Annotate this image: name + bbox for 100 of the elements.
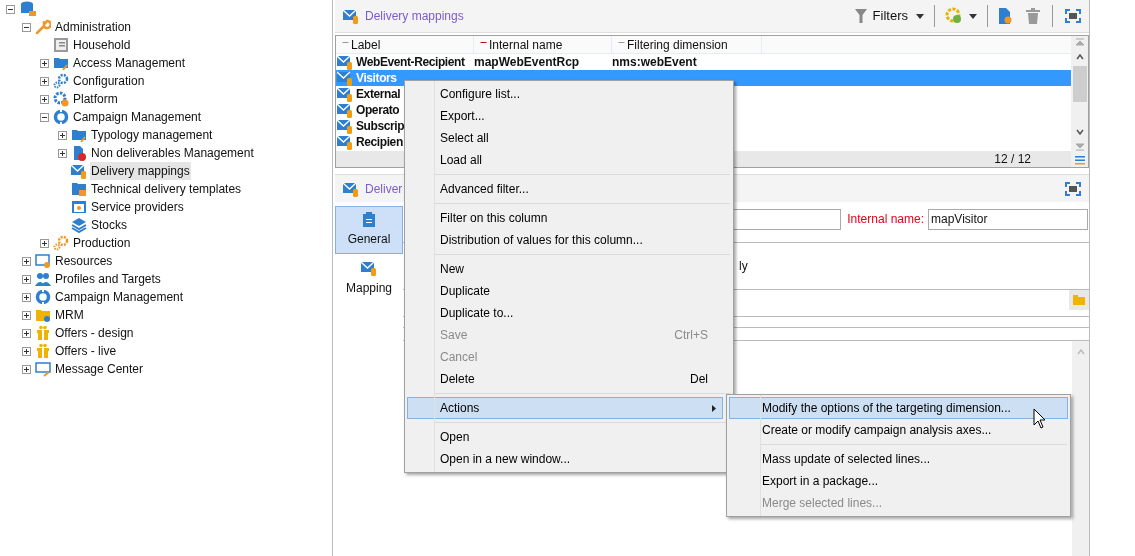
tree-item[interactable]: Platform xyxy=(72,90,119,108)
wrench-icon xyxy=(35,19,51,35)
tree-item[interactable]: MRM xyxy=(54,306,85,324)
folder-icon xyxy=(71,181,87,197)
table-cell[interactable]: WebEvent-Recipient xyxy=(356,53,465,71)
expander-toggle[interactable] xyxy=(58,148,67,158)
menu-item[interactable]: Distribution of values for this column... xyxy=(407,229,723,251)
document-gear-icon[interactable] xyxy=(998,7,1012,25)
menu-item[interactable]: Mass update of selected lines... xyxy=(729,448,1068,470)
internal-name-field[interactable]: mapVisitor xyxy=(928,208,1088,230)
expander-toggle[interactable] xyxy=(6,4,15,14)
tree-item[interactable]: Production xyxy=(72,234,132,252)
tree-item[interactable]: Administration xyxy=(54,18,133,36)
mail-database-icon xyxy=(337,134,353,150)
side-tab[interactable]: Mapping xyxy=(335,254,403,302)
menu-item[interactable]: Open xyxy=(407,426,723,448)
expander-toggle[interactable] xyxy=(58,130,67,140)
menu-item[interactable]: Configure list... xyxy=(407,83,723,105)
menu-item[interactable]: Modify the options of the targeting dimension... xyxy=(729,397,1068,419)
table-cell[interactable]: Operato xyxy=(356,101,400,119)
menu-item[interactable]: New xyxy=(407,258,723,280)
mail-database-icon xyxy=(337,70,353,86)
tree-item[interactable]: Stocks xyxy=(90,216,128,234)
tree-item[interactable]: Configuration xyxy=(72,72,146,90)
clipboard-icon xyxy=(363,212,375,227)
expander-toggle[interactable] xyxy=(22,292,31,302)
expander-toggle[interactable] xyxy=(22,22,31,32)
expander-toggle[interactable] xyxy=(22,328,31,338)
menu-item[interactable]: Duplicate to... xyxy=(407,302,723,324)
scrollbar[interactable] xyxy=(1072,341,1089,556)
menu-item[interactable]: Duplicate xyxy=(407,280,723,302)
expander-toggle[interactable] xyxy=(22,274,31,284)
tree-item[interactable]: Delivery mappings xyxy=(90,162,191,180)
table-cell-text: nms:webEvent xyxy=(612,54,698,71)
column-header[interactable]: Filtering dimension xyxy=(612,36,762,53)
tree-item[interactable]: Offers - live xyxy=(54,342,118,360)
expander-toggle[interactable] xyxy=(22,310,31,320)
expander-toggle[interactable] xyxy=(40,76,49,86)
funnel-icon xyxy=(854,9,867,23)
menu-item[interactable]: Filter on this column xyxy=(407,207,723,229)
tree-item[interactable]: Household xyxy=(72,36,132,54)
tree-item[interactable]: Access Management xyxy=(72,54,187,72)
mail-database-icon xyxy=(337,86,353,102)
service-icon xyxy=(71,199,87,215)
folder-icon xyxy=(71,127,87,143)
tree-item[interactable]: Service providers xyxy=(90,198,185,216)
expander-toggle[interactable] xyxy=(40,238,49,248)
tree-item[interactable]: Resources xyxy=(54,252,114,270)
scrollbar[interactable] xyxy=(1071,36,1088,167)
panel-title: Deliver xyxy=(365,180,403,198)
expander-toggle[interactable] xyxy=(22,346,31,356)
filters-button[interactable]: Filters xyxy=(872,6,910,26)
scroll-thumb[interactable] xyxy=(1072,66,1087,102)
tree-item[interactable]: Message Center xyxy=(54,360,145,378)
tree-item[interactable]: Non deliverables Management xyxy=(90,144,255,162)
record-count: 12 / 12 xyxy=(994,151,1031,168)
document-error-icon xyxy=(71,145,87,161)
expander-toggle[interactable] xyxy=(22,256,31,266)
tree-item[interactable]: Campaign Management xyxy=(72,108,203,126)
field-label: Internal name: xyxy=(847,211,924,228)
menu-item[interactable]: Advanced filter... xyxy=(407,178,723,200)
trash-icon[interactable] xyxy=(1026,8,1040,24)
tree-item[interactable]: Campaign Management xyxy=(54,288,185,306)
menu-item[interactable]: Load all xyxy=(407,149,723,171)
mail-database-icon xyxy=(361,259,377,276)
column-header[interactable]: Internal name xyxy=(474,36,612,53)
expander-toggle[interactable] xyxy=(40,94,49,104)
tree-item[interactable]: Technical delivery templates xyxy=(90,180,243,198)
column-settings-icon[interactable] xyxy=(1074,156,1085,165)
expander-toggle[interactable] xyxy=(40,112,49,122)
caret-icon[interactable] xyxy=(916,13,924,19)
expander-toggle[interactable] xyxy=(22,364,31,374)
envelope-icon xyxy=(71,163,87,179)
menu-item[interactable]: Export... xyxy=(407,105,723,127)
table-cell[interactable]: External xyxy=(356,85,401,103)
scroll-down-icon[interactable] xyxy=(1075,129,1084,135)
tree-item[interactable]: Profiles and Targets xyxy=(54,270,162,288)
panel-title: Delivery mappings xyxy=(365,8,464,25)
fullscreen-icon[interactable] xyxy=(1065,181,1081,196)
tree-item[interactable]: Typology management xyxy=(90,126,214,144)
menu-item[interactable]: Create or modify campaign analysis axes... xyxy=(729,419,1068,441)
menu-item[interactable]: Actions xyxy=(407,397,723,419)
menu-item[interactable]: Export in a package... xyxy=(729,470,1068,492)
caret-icon[interactable] xyxy=(969,13,977,19)
folder-icon xyxy=(53,55,69,71)
menu-item[interactable]: Select all xyxy=(407,127,723,149)
table-cell[interactable]: Recipien xyxy=(356,133,403,151)
side-tab[interactable]: General xyxy=(335,206,403,254)
expander-toggle[interactable] xyxy=(40,58,49,68)
ring-icon xyxy=(53,109,69,125)
tree-item[interactable]: Offers - design xyxy=(54,324,135,342)
scroll-up-icon[interactable] xyxy=(1075,54,1084,60)
table-cell[interactable]: Subscrip xyxy=(356,117,405,135)
menu-item[interactable]: Open in a new window... xyxy=(407,448,723,470)
mail-database-icon xyxy=(343,180,359,197)
column-header[interactable]: Label xyxy=(336,36,474,53)
folder-icon xyxy=(35,307,51,323)
gear-icon xyxy=(53,91,69,107)
fullscreen-icon[interactable] xyxy=(1065,9,1081,23)
menu-item[interactable]: Delete Del xyxy=(407,368,723,390)
